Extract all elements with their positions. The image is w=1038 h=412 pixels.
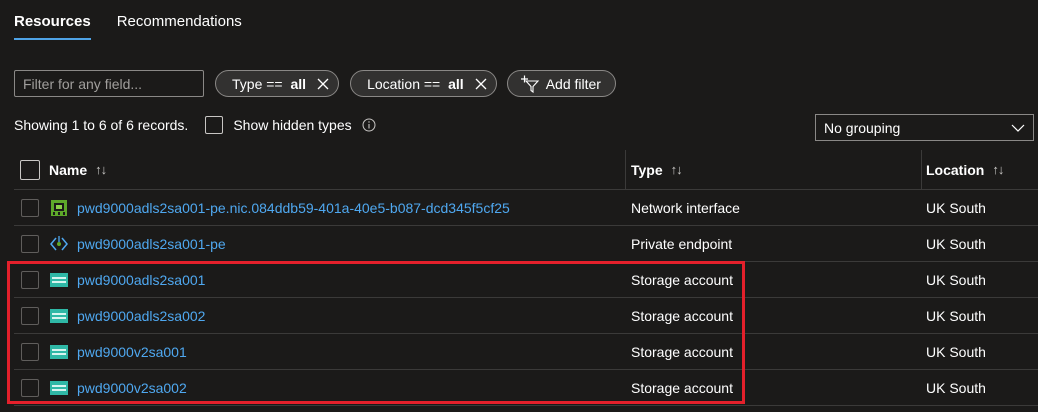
close-icon[interactable] [474,77,488,91]
row-checkbox[interactable] [21,270,39,289]
type-filter-key: Type == [232,75,287,92]
column-location-label: Location [926,161,985,178]
storage-account-icon [50,272,68,287]
column-header-type[interactable]: Type ↑↓ [631,150,683,189]
column-header-name[interactable]: Name ↑↓ [49,150,107,189]
add-filter-icon [520,75,539,93]
add-filter-label: Add filter [545,75,601,92]
resource-name-link[interactable]: pwd9000v2sa002 [77,380,187,396]
info-icon[interactable] [362,118,376,132]
add-filter-button[interactable]: Add filter [506,70,616,97]
resource-type: Private endpoint [631,235,733,252]
row-checkbox[interactable] [21,342,39,361]
location-filter-key: Location == [367,75,445,92]
sort-icon[interactable]: ↑↓ [992,162,1004,177]
tab-recommendations[interactable]: Recommendations [117,0,242,42]
filter-input[interactable] [14,70,204,97]
show-hidden-types-checkbox[interactable] [205,116,224,134]
resource-type: Network interface [631,199,740,216]
filter-bar: Type == all Location == all Add filter [14,70,616,97]
column-header-location[interactable]: Location ↑↓ [926,150,1004,189]
table-row[interactable]: pwd9000adls2sa001-pe Private endpoint UK… [14,226,1038,262]
tab-resources[interactable]: Resources [14,0,91,42]
select-all-cell [20,150,40,189]
info-bar: Showing 1 to 6 of 6 records. Show hidden… [14,116,376,134]
storage-account-icon [50,380,68,395]
column-type-label: Type [631,161,663,178]
network-interface-icon [51,199,67,216]
resource-name-link[interactable]: pwd9000v2sa001 [77,344,187,360]
resource-location: UK South [926,199,986,216]
table-row[interactable]: pwd9000adls2sa002 Storage account UK Sou… [14,298,1038,334]
sort-icon[interactable]: ↑↓ [95,162,107,177]
resource-location: UK South [926,235,986,252]
type-filter-pill[interactable]: Type == all [215,70,340,97]
row-checkbox[interactable] [21,378,39,397]
private-endpoint-icon [50,235,68,250]
resource-name-link[interactable]: pwd9000adls2sa002 [77,308,205,324]
type-filter-value: all [290,75,307,92]
table-header: Name ↑↓ Type ↑↓ Location ↑↓ [14,150,1038,190]
column-divider[interactable] [625,150,626,189]
resource-name-link[interactable]: pwd9000adls2sa001 [77,272,205,288]
column-name-label: Name [49,161,88,178]
column-divider[interactable] [921,150,922,189]
records-count: Showing 1 to 6 of 6 records. [14,117,189,133]
sort-icon[interactable]: ↑↓ [671,162,683,177]
select-all-checkbox[interactable] [20,159,40,180]
show-hidden-types-toggle[interactable]: Show hidden types [205,116,376,134]
show-hidden-types-label: Show hidden types [233,117,352,133]
table-row[interactable]: pwd9000v2sa002 Storage account UK South [14,370,1038,406]
resource-type: Storage account [631,343,733,360]
tab-bar: Resources Recommendations [14,0,268,42]
resource-name-link[interactable]: pwd9000adls2sa001-pe [77,236,226,252]
row-checkbox[interactable] [21,198,39,217]
table-row[interactable]: pwd9000v2sa001 Storage account UK South [14,334,1038,370]
table-row[interactable]: pwd9000adls2sa001 Storage account UK Sou… [14,262,1038,298]
resource-type: Storage account [631,379,733,396]
storage-account-icon [50,308,68,323]
resource-location: UK South [926,271,986,288]
resource-location: UK South [926,307,986,324]
grouping-value: No grouping [824,119,901,136]
resources-table: Name ↑↓ Type ↑↓ Location ↑↓ pwd9000adls2… [14,150,1038,406]
table-row[interactable]: pwd9000adls2sa001-pe.nic.084ddb59-401a-4… [14,190,1038,226]
resource-name-link[interactable]: pwd9000adls2sa001-pe.nic.084ddb59-401a-4… [77,200,510,216]
resource-type: Storage account [631,307,733,324]
resource-location: UK South [926,343,986,360]
location-filter-value: all [448,75,464,92]
chevron-down-icon [1011,124,1025,132]
row-checkbox[interactable] [21,306,39,325]
location-filter-pill[interactable]: Location == all [350,70,497,97]
storage-account-icon [50,344,68,359]
row-checkbox[interactable] [21,234,39,253]
resource-type: Storage account [631,271,733,288]
close-icon[interactable] [316,77,330,91]
grouping-dropdown[interactable]: No grouping [815,114,1034,141]
resource-location: UK South [926,379,986,396]
